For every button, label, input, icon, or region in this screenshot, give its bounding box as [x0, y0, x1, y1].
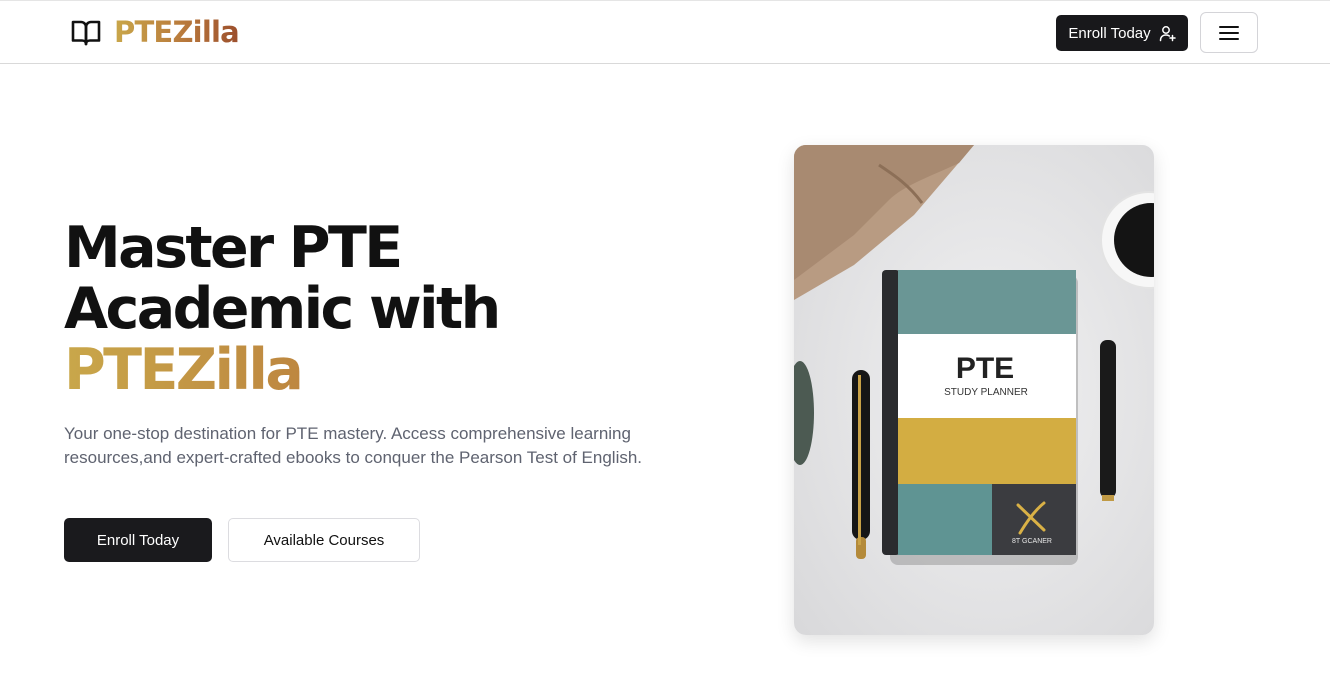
enroll-today-header-button[interactable]: Enroll Today: [1056, 15, 1188, 51]
menu-button[interactable]: [1200, 12, 1258, 53]
hero-title-line-2: Academic with: [64, 276, 501, 342]
site-header: PTEZilla Enroll Today: [0, 0, 1330, 64]
user-plus-icon: [1159, 25, 1176, 42]
hero-image-study-planner: PTE STUDY PLANNER 8T GCANER: [794, 145, 1154, 635]
hero-title: Master PTE Academic with PTEZilla: [64, 218, 664, 401]
book-title-text: PTE: [956, 352, 1014, 385]
hero-description: Your one-stop destination for PTE master…: [64, 424, 643, 467]
open-book-icon: [70, 16, 102, 48]
hamburger-menu-icon: [1219, 25, 1239, 41]
book-subtitle-text: STUDY PLANNER: [944, 387, 1028, 398]
enroll-today-button[interactable]: Enroll Today: [64, 518, 212, 562]
hero-title-line-1: Master PTE: [64, 215, 403, 281]
book-corner-text: 8T GCANER: [1012, 538, 1052, 545]
available-courses-button[interactable]: Available Courses: [228, 518, 420, 562]
brand-logo[interactable]: PTEZilla: [70, 15, 240, 49]
enroll-header-label: Enroll Today: [1068, 24, 1151, 42]
hero-title-brand: PTEZilla: [64, 340, 664, 401]
brand-name: PTEZilla: [114, 15, 240, 49]
